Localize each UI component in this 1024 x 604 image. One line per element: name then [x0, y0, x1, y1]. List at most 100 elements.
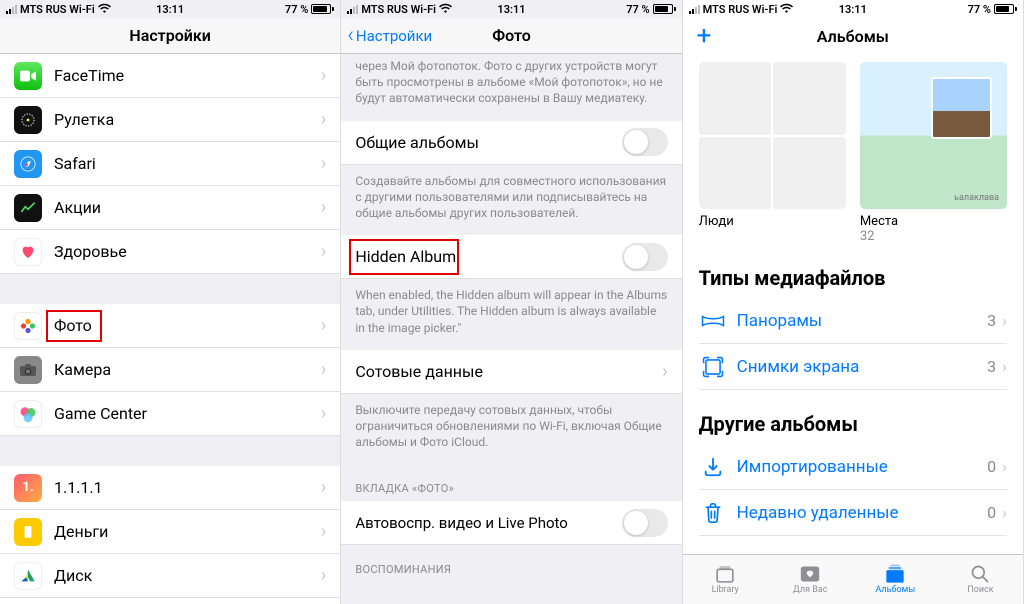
row-money[interactable]: Деньги›	[0, 510, 340, 554]
row-label: Фото	[54, 316, 321, 335]
chevron-right-icon: ›	[321, 477, 326, 498]
ruler-icon	[14, 106, 42, 134]
toggle[interactable]	[622, 243, 668, 271]
row-hidden-album[interactable]: Hidden Album	[341, 235, 681, 279]
people-thumbnail	[699, 62, 846, 209]
add-button[interactable]: +	[697, 23, 712, 49]
camera-icon	[14, 356, 42, 384]
thumb-title: Места	[860, 214, 1007, 229]
tab-foryou[interactable]: Для Вас	[768, 555, 853, 604]
row-1111[interactable]: 1.1.1.1.1›	[0, 466, 340, 510]
row-safari[interactable]: Safari›	[0, 142, 340, 186]
settings-list[interactable]: FaceTime› Рулетка› Safari› Акции› Здоров…	[0, 54, 340, 604]
row-label: Импортированные	[737, 457, 988, 477]
row-label: Снимки экрана	[737, 357, 988, 377]
chevron-right-icon: ›	[1002, 311, 1007, 330]
chevron-left-icon: ‹	[347, 25, 354, 47]
album-people[interactable]: Люди	[699, 62, 846, 244]
battery-pct: 77 %	[968, 3, 991, 16]
row-camera[interactable]: Камера›	[0, 348, 340, 392]
row-recently-deleted[interactable]: Недавно удаленные 0 ›	[699, 490, 1007, 536]
nav-title: Настройки	[129, 26, 211, 45]
chevron-right-icon: ›	[321, 241, 326, 262]
signal-icon	[6, 5, 17, 14]
section-gap	[0, 274, 340, 304]
tab-albums[interactable]: Альбомы	[853, 555, 938, 604]
panorama-icon	[699, 312, 727, 330]
row-imported[interactable]: Импортированные 0 ›	[699, 444, 1007, 490]
row-label: Деньги	[54, 522, 321, 541]
row-count: 3	[987, 357, 996, 376]
status-bar: MTS RUS Wi-Fi 13:11 77 %	[0, 0, 340, 18]
wifi-icon	[439, 3, 452, 16]
back-button[interactable]: ‹Настройки	[347, 25, 432, 47]
photo-settings-list[interactable]: через Мой фотопоток. Фото с других устро…	[341, 54, 681, 604]
albums-body[interactable]: Люди ьалаклава Места 32 Типы медиафайлов…	[683, 54, 1023, 554]
row-label: Game Center	[54, 404, 321, 423]
nav-title: Альбомы	[817, 27, 889, 46]
chevron-right-icon: ›	[321, 153, 326, 174]
row-screenshots[interactable]: Снимки экрана 3 ›	[699, 344, 1007, 390]
row-photos[interactable]: Фото ›	[0, 304, 340, 348]
tab-library[interactable]: Library	[683, 555, 768, 604]
stocks-icon	[14, 194, 42, 222]
app-icon	[14, 562, 42, 590]
battery-pct: 77 %	[626, 3, 649, 16]
row-count: 0	[987, 503, 996, 522]
carrier-label: MTS RUS Wi-Fi	[20, 3, 95, 16]
row-disk[interactable]: Диск›	[0, 554, 340, 598]
row-roulette[interactable]: Рулетка›	[0, 98, 340, 142]
section-media-types: Типы медиафайлов	[699, 266, 1007, 290]
cell-desc: Выключите передачу сотовых данных, чтобы…	[341, 394, 681, 465]
nav-bar: ‹Настройки Фото	[341, 18, 681, 54]
row-cellular-data[interactable]: Сотовые данные ›	[341, 350, 681, 394]
intro-text: через Мой фотопоток. Фото с других устро…	[341, 54, 681, 121]
app-icon	[14, 518, 42, 546]
import-icon	[699, 456, 727, 478]
album-places[interactable]: ьалаклава Места 32	[860, 62, 1007, 244]
health-icon	[14, 238, 42, 266]
chevron-right-icon: ›	[321, 403, 326, 424]
battery-icon	[653, 4, 676, 14]
facetime-icon	[14, 62, 42, 90]
places-thumbnail: ьалаклава	[860, 62, 1007, 209]
battery-icon	[994, 4, 1017, 14]
chevron-right-icon: ›	[1002, 457, 1007, 476]
signal-icon	[347, 5, 358, 14]
albums-icon	[884, 564, 906, 584]
chevron-right-icon: ›	[321, 521, 326, 542]
row-panoramas[interactable]: Панорамы 3 ›	[699, 298, 1007, 344]
carrier-label: MTS RUS Wi-Fi	[361, 3, 436, 16]
row-stocks[interactable]: Акции›	[0, 186, 340, 230]
battery-icon	[311, 4, 334, 14]
row-label: Панорамы	[737, 311, 988, 331]
chevron-right-icon: ›	[321, 565, 326, 586]
status-time: 13:11	[839, 3, 867, 16]
row-label: Камера	[54, 360, 321, 379]
row-label: Сотовые данные	[355, 362, 662, 381]
wifi-icon	[780, 3, 793, 16]
row-label: 1.1.1.1	[54, 478, 321, 497]
row-label: Акции	[54, 198, 321, 217]
row-health[interactable]: Здоровье›	[0, 230, 340, 274]
screenshot-icon	[699, 356, 727, 378]
thumb-title: Люди	[699, 214, 846, 229]
gamecenter-icon	[14, 400, 42, 428]
chevron-right-icon: ›	[321, 197, 326, 218]
thumb-count: 32	[860, 229, 1007, 244]
tab-bar: Library Для Вас Альбомы Поиск	[683, 554, 1023, 604]
map-city-label: ьалаклава	[954, 193, 999, 203]
back-label: Настройки	[356, 27, 432, 45]
row-facetime[interactable]: FaceTime›	[0, 54, 340, 98]
row-gamecenter[interactable]: Game Center›	[0, 392, 340, 436]
toggle[interactable]	[622, 128, 668, 156]
tab-search[interactable]: Поиск	[938, 555, 1023, 604]
settings-screen: MTS RUS Wi-Fi 13:11 77 % Настройки FaceT…	[0, 0, 341, 604]
row-kinopoisk[interactable]: КиноПоиск›	[0, 598, 340, 604]
row-shared-albums[interactable]: Общие альбомы	[341, 121, 681, 165]
photo-settings-screen: MTS RUS Wi-Fi 13:11 77 % ‹Настройки Фото…	[341, 0, 682, 604]
row-autoplay[interactable]: Автовоспр. видео и Live Photo	[341, 501, 681, 545]
nav-title: Фото	[492, 26, 531, 45]
row-label: Safari	[54, 154, 321, 173]
toggle[interactable]	[622, 509, 668, 537]
